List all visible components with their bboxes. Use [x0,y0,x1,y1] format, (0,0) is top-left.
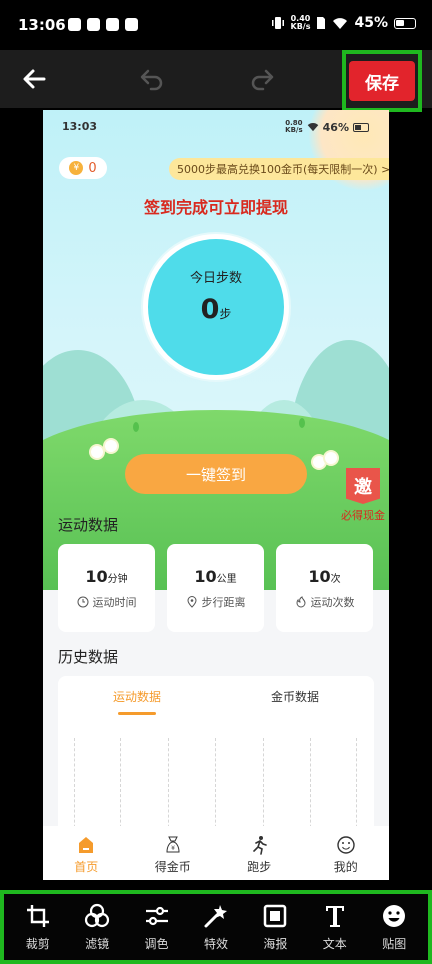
tool-effects[interactable]: 特效 [192,903,240,952]
flower-decoration [105,440,117,452]
tab-coin-data[interactable]: 金币数据 [216,688,374,705]
tab-mine[interactable]: 我的 [303,826,390,880]
svg-text:¥: ¥ [171,845,175,852]
runner-icon [253,836,268,855]
editor-top-toolbar: 保存 [0,50,432,112]
chart-grid-line [120,738,121,838]
inner-status-bar: 13:03 0.80 KB/s 46% [43,120,389,138]
crop-icon [26,904,49,927]
mail-notification-icon [87,18,100,31]
inner-battery-icon [353,122,369,132]
link-notification-icon [125,18,138,31]
smiley-icon [337,836,355,854]
chart-grid-line [310,738,311,838]
stats-row: 10分钟 运动时间 10公里 步行距离 10次 运动次数 [58,544,374,632]
vibrate-icon [271,17,284,29]
inner-wifi-icon [307,122,318,132]
back-arrow-icon[interactable] [18,63,50,95]
sport-data-title: 运动数据 [58,516,119,534]
magic-wand-icon [204,904,227,927]
chart-grid-line [74,738,75,838]
tab-running[interactable]: 跑步 [216,826,303,880]
adjust-icon [145,906,168,925]
chart-grid-line [263,738,264,838]
invite-widget[interactable]: 邀 必得现金 [337,468,389,523]
leaf-decoration [299,418,305,428]
sim-icon [317,17,326,29]
undo-icon[interactable] [134,63,166,95]
history-data-title: 历史数据 [58,648,119,666]
chart-grid-line [215,738,216,838]
tool-text[interactable]: 文本 [311,903,359,952]
tab-home[interactable]: 首页 [43,826,130,880]
poster-icon [264,904,287,927]
status-bar: 13:06 0.40 KB/s 45% [0,0,432,50]
history-card: 运动数据 金币数据 [58,676,374,838]
tool-poster[interactable]: 海报 [251,903,299,952]
inner-status-right: 0.80 KB/s 46% [285,120,369,134]
leaf-decoration [133,422,139,432]
chart-grid-line [168,738,169,838]
app-notification-icon [68,18,81,31]
status-time: 13:06 [18,16,66,34]
calendar-notification-icon [106,18,119,31]
stat-card-time: 10分钟 运动时间 [58,544,155,632]
tool-sticker[interactable]: 贴图 [370,903,418,952]
flame-icon [295,596,306,608]
inner-battery-percent: 46% [322,120,349,134]
text-icon [325,905,344,927]
inner-tab-bar: 首页 ¥ 得金币 跑步 我的 [43,826,389,880]
battery-icon [394,17,416,29]
status-right: 0.40 KB/s 45% [271,14,416,31]
stat-card-count: 10次 运动次数 [276,544,373,632]
headline: 签到完成可立即提现 [143,198,288,217]
home-icon [79,837,94,853]
coin-balance[interactable]: ¥ 0 [59,157,107,179]
tab-sport-data[interactable]: 运动数据 [58,688,216,715]
tool-adjust[interactable]: 调色 [133,903,181,952]
save-button[interactable]: 保存 [349,61,415,101]
filter-icon [85,903,110,927]
coin-icon: ¥ [69,161,84,175]
flower-decoration [313,456,325,468]
battery-percent: 45% [354,15,388,31]
notification-icons [68,18,138,31]
exchange-banner[interactable]: 5000步最高兑换100金币(每天限制一次) > [169,158,389,180]
tool-filter[interactable]: 滤镜 [73,903,121,952]
checkin-button[interactable]: 一键签到 [125,454,307,494]
step-title: 今日步数 [189,271,242,286]
step-counter: 今日步数 0步 [143,234,289,380]
tool-crop[interactable]: 裁剪 [14,903,62,952]
stat-card-distance: 10公里 步行距离 [167,544,264,632]
save-highlight-frame: 保存 [342,50,422,112]
wifi-icon [333,17,348,29]
net-speed: 0.40 KB/s [290,14,311,31]
image-canvas[interactable]: 13:03 0.80 KB/s 46% ¥ 0 5000步最高兑换100金币(每… [43,110,389,880]
coin-bag-icon: ¥ [166,836,180,853]
coin-count: 0 [88,160,97,176]
chart-grid-line [356,738,357,838]
redo-icon[interactable] [248,63,280,95]
invite-badge: 邀 [346,468,380,504]
step-value: 0步 [200,294,232,325]
tab-earn-coins[interactable]: ¥ 得金币 [130,826,217,880]
sticker-icon [383,904,406,927]
inner-net-speed: 0.80 KB/s [285,119,303,134]
location-pin-icon [186,596,197,608]
inner-status-time: 13:03 [62,120,98,133]
history-tabs: 运动数据 金币数据 [58,676,374,716]
flower-decoration [91,446,103,458]
clock-icon [77,596,88,608]
flower-decoration [325,452,337,464]
invite-text: 必得现金 [341,509,385,522]
editor-bottom-toolbar: 裁剪 滤镜 调色 特效 海报 文本 贴图 [0,890,432,964]
